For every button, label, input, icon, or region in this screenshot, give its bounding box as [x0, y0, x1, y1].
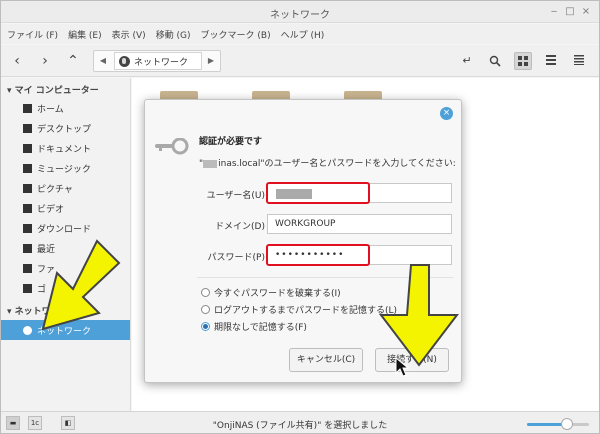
domain-field[interactable]: WORKGROUP	[267, 214, 452, 234]
maximize-button[interactable]: □	[563, 5, 577, 19]
sidebar-item-videos[interactable]: ビデオ	[1, 198, 130, 218]
chevron-right-icon: ›	[42, 53, 48, 69]
back-button[interactable]: ‹	[9, 53, 25, 69]
username-label: ユーザー名(U)	[206, 191, 265, 201]
mouse-cursor-icon	[395, 357, 409, 377]
sidebar-item-label: ビデオ	[37, 204, 65, 215]
menu-bar: ファイル (F) 編集 (E) 表示 (V) 移動 (G) ブックマーク (B)…	[1, 24, 599, 44]
sidebar-item-downloads[interactable]: ダウンロード	[1, 218, 130, 238]
icon-view-button[interactable]	[514, 52, 532, 70]
sidebar-item-label: ドキュメント	[37, 144, 92, 155]
network-globe-icon	[119, 55, 130, 67]
desktop-icon	[23, 123, 32, 133]
menu-edit[interactable]: 編集 (E)	[68, 28, 102, 41]
message-text: inas.local"のユーザー名とパスワードを入力してください:	[218, 159, 456, 169]
minimize-button[interactable]: ‒	[547, 5, 561, 19]
zoom-slider[interactable]	[527, 418, 589, 430]
dialog-message: " inas.local"のユーザー名とパスワードを入力してください:	[199, 156, 456, 169]
annotation-arrow-connect	[378, 264, 460, 367]
password-highlight	[266, 244, 370, 266]
option-forget-now[interactable]: 今すぐパスワードを破棄する(I)	[201, 286, 341, 299]
sidebar-item-pictures[interactable]: ピクチャ	[1, 178, 130, 198]
redacted-hostname	[203, 159, 218, 168]
up-button[interactable]: ⌃	[65, 53, 81, 69]
path-segment-network[interactable]: ネットワーク	[114, 52, 202, 70]
path-bar: ◀ ネットワーク ▶	[93, 50, 221, 72]
menu-go[interactable]: 移動 (G)	[156, 28, 191, 41]
radio-button[interactable]	[201, 305, 210, 314]
home-icon	[23, 103, 32, 113]
cancel-button[interactable]: キャンセル(C)	[289, 348, 363, 372]
radio-button-selected[interactable]	[201, 322, 210, 331]
sidebar-item-music[interactable]: ミュージック	[1, 158, 130, 178]
sidebar-item-label: デスクトップ	[37, 124, 92, 135]
list-view-button[interactable]	[542, 52, 560, 70]
annotation-arrow-sidebar	[41, 239, 121, 331]
location-toggle-button[interactable]: ↵	[458, 52, 476, 70]
sidebar-section-my-computer[interactable]: ▾ マイ コンピューター	[7, 83, 99, 96]
key-icon	[155, 138, 189, 155]
path-right-arrow[interactable]: ▶	[202, 51, 220, 71]
password-label: パスワード(P)	[207, 253, 265, 263]
location-icon: ↵	[462, 54, 472, 67]
grid-icon	[518, 56, 528, 66]
menu-bookmarks[interactable]: ブックマーク (B)	[201, 28, 271, 41]
path-segment-label: ネットワーク	[134, 57, 189, 68]
menu-view[interactable]: 表示 (V)	[112, 28, 146, 41]
menu-file[interactable]: ファイル (F)	[7, 28, 58, 41]
option-remember-forever[interactable]: 期限なしで記憶する(F)	[201, 320, 307, 333]
sidebar-item-documents[interactable]: ドキュメント	[1, 138, 130, 158]
forward-button[interactable]: ›	[37, 53, 53, 69]
sidebar-item-home[interactable]: ホーム	[1, 98, 130, 118]
path-left-arrow[interactable]: ◀	[94, 51, 112, 71]
list-icon	[546, 55, 556, 65]
sidebar-item-label: ホーム	[37, 104, 64, 115]
compact-list-icon	[574, 55, 584, 65]
file-manager-window: ネットワーク ‒ □ × ファイル (F) 編集 (E) 表示 (V) 移動 (…	[0, 0, 600, 434]
search-button[interactable]	[486, 52, 504, 70]
title-bar: ネットワーク ‒ □ ×	[1, 1, 599, 23]
camera-icon	[23, 183, 32, 193]
compact-view-button[interactable]	[570, 52, 588, 70]
status-bar: ▬ 1c ◧ "OnjiNAS (ファイル共有)" を選択しました	[1, 411, 599, 433]
menu-help[interactable]: ヘルプ (H)	[281, 28, 325, 41]
dialog-title: 認証が必要です	[199, 137, 263, 147]
option-label: 期限なしで記憶する(F)	[214, 323, 307, 333]
close-window-button[interactable]: ×	[579, 5, 593, 19]
toolbar: ‹ › ⌃ ◀ ネットワーク ▶ ↵	[1, 45, 599, 77]
window-title: ネットワーク	[270, 10, 330, 21]
status-text: "OnjiNAS (ファイル共有)" を選択しました	[212, 421, 388, 431]
video-icon	[23, 203, 32, 213]
chevron-up-icon: ⌃	[67, 53, 79, 69]
option-label: 今すぐパスワードを破棄する(I)	[214, 289, 341, 299]
username-highlight	[266, 182, 370, 204]
document-icon	[23, 143, 32, 153]
sidebar-item-label: ミュージック	[37, 164, 91, 175]
search-icon	[489, 55, 501, 67]
close-icon: ×	[442, 108, 451, 118]
sidebar-item-label: ダウンロード	[37, 224, 92, 235]
radio-button[interactable]	[201, 288, 210, 297]
download-icon	[23, 223, 32, 233]
sidebar-item-desktop[interactable]: デスクトップ	[1, 118, 130, 138]
music-icon	[23, 163, 32, 173]
sidebar-section-label: マイ コンピューター	[14, 86, 99, 96]
chevron-left-icon: ‹	[14, 53, 20, 69]
domain-label: ドメイン(D)	[215, 222, 265, 232]
dialog-close-button[interactable]: ×	[440, 107, 453, 120]
sidebar-item-label: ピクチャ	[37, 184, 73, 195]
